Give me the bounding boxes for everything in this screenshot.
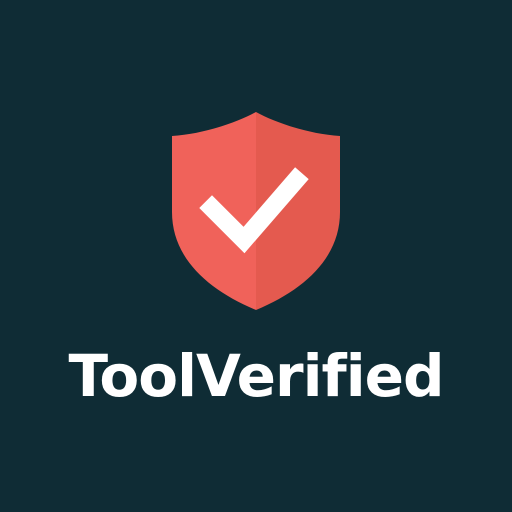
shield-check-icon [168,108,344,314]
brand-name: ToolVerified [68,342,445,410]
logo-canvas: ToolVerified [0,0,512,512]
